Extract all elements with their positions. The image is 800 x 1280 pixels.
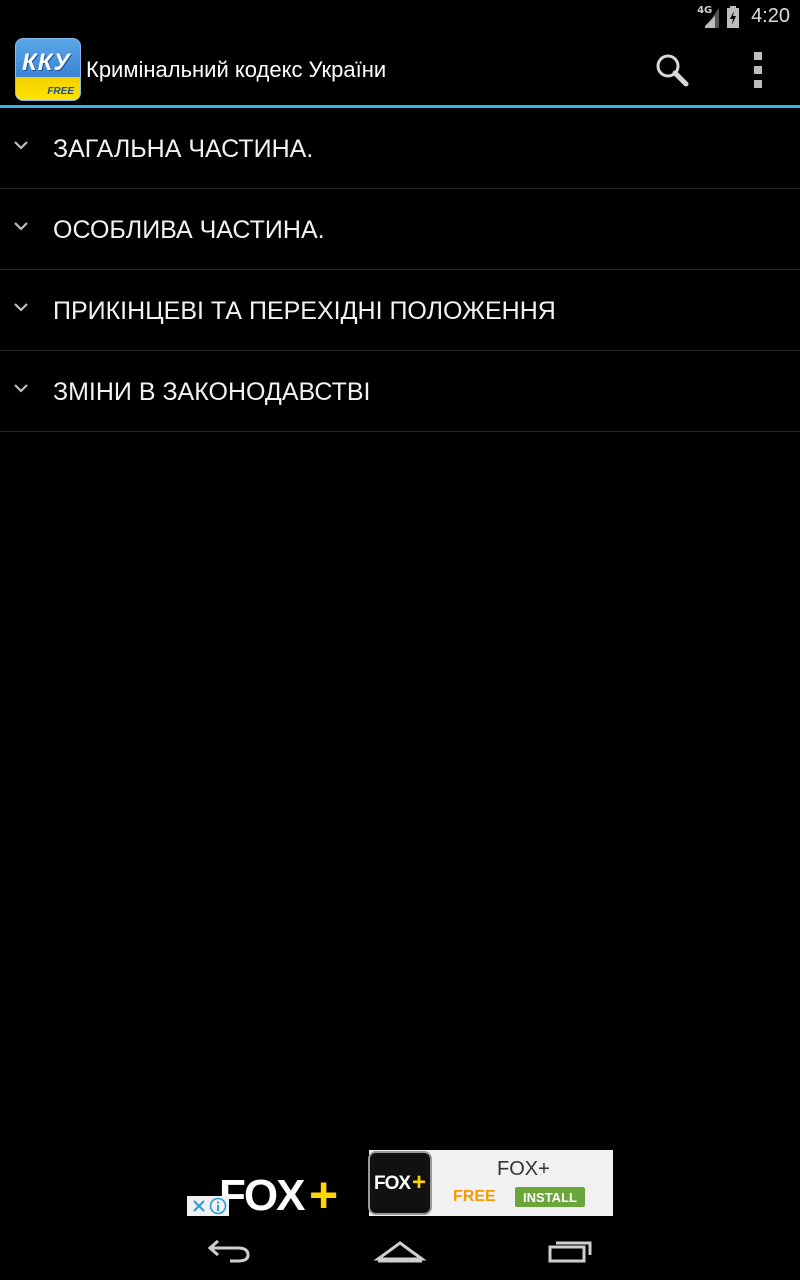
section-item-general[interactable]: ЗАГАЛЬНА ЧАСТИНА. <box>0 108 800 189</box>
ad-app-icon-text: FOX <box>374 1173 411 1194</box>
section-item-final-provisions[interactable]: ПРИКІНЦЕВІ ТА ПЕРЕХІДНІ ПОЛОЖЕННЯ <box>0 270 800 351</box>
back-icon <box>207 1239 250 1263</box>
chevron-down-icon <box>14 384 28 393</box>
network-type-label: 4G <box>697 4 713 16</box>
section-item-amendments[interactable]: ЗМІНИ В ЗАКОНОДАВСТВІ <box>0 351 800 432</box>
home-button[interactable] <box>365 1228 435 1272</box>
app-title: Кримінальний кодекс України <box>86 57 387 82</box>
app-logo-text: ККУ <box>22 49 71 76</box>
ad-brand-plus: + <box>309 1167 339 1216</box>
navigation-bar <box>0 1218 800 1280</box>
recent-apps-icon <box>548 1241 592 1263</box>
screen: 4G 4:20 ККУ FREE Кримінальний кодекс Укр… <box>0 0 800 1280</box>
action-bar: ККУ FREE Кримінальний кодекс України <box>0 33 800 105</box>
chevron-down-icon <box>14 222 28 231</box>
recent-apps-button[interactable] <box>536 1228 606 1272</box>
ad-title: FOX+ <box>497 1158 550 1180</box>
status-bar: 4G 4:20 <box>0 0 800 33</box>
ad-banner[interactable]: FOX + FOX + FOX+ FREE INSTALL <box>187 1150 613 1216</box>
back-button[interactable] <box>194 1228 264 1272</box>
section-list: ЗАГАЛЬНА ЧАСТИНА. ОСОБЛИВА ЧАСТИНА. ПРИК… <box>0 108 800 432</box>
ad-close-icon[interactable] <box>191 1198 207 1214</box>
ad-app-icon: FOX + <box>368 1151 432 1215</box>
ad-price-label: FREE <box>453 1188 496 1205</box>
signal-icon: 4G <box>697 4 720 28</box>
ad-install-button[interactable]: INSTALL <box>515 1187 585 1207</box>
status-time: 4:20 <box>751 5 790 27</box>
battery-icon <box>727 5 740 28</box>
search-button[interactable] <box>646 45 698 95</box>
ad-app-icon-plus: + <box>412 1169 427 1196</box>
app-logo-badge: FREE <box>47 86 74 97</box>
section-label: ЗАГАЛЬНА ЧАСТИНА. <box>53 135 314 163</box>
overflow-menu-icon <box>754 52 762 88</box>
ad-brand-text: FOX <box>219 1171 305 1216</box>
ad-info-icon[interactable] <box>209 1197 227 1215</box>
section-label: ЗМІНИ В ЗАКОНОДАВСТВІ <box>53 378 371 406</box>
search-icon <box>656 54 689 87</box>
overflow-menu-button[interactable] <box>733 45 783 95</box>
section-label: ОСОБЛИВА ЧАСТИНА. <box>53 216 325 244</box>
home-icon <box>374 1241 426 1263</box>
chevron-down-icon <box>14 141 28 150</box>
chevron-down-icon <box>14 303 28 312</box>
section-item-special[interactable]: ОСОБЛИВА ЧАСТИНА. <box>0 189 800 270</box>
section-label: ПРИКІНЦЕВІ ТА ПЕРЕХІДНІ ПОЛОЖЕННЯ <box>53 297 556 325</box>
app-logo[interactable]: ККУ FREE <box>15 38 81 101</box>
